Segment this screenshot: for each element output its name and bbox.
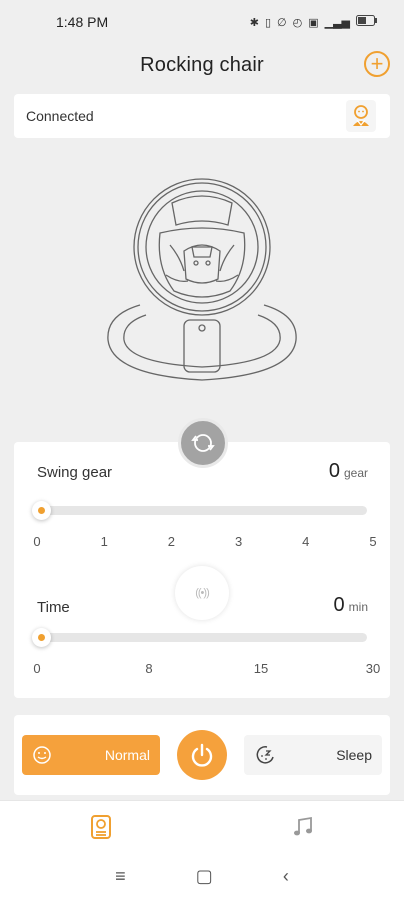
time-number: 0 — [333, 594, 345, 616]
bottom-tab-bar — [0, 800, 404, 852]
baby-profile-icon[interactable] — [346, 100, 376, 132]
system-nav-bar: ≡ ▢ ‹ — [0, 852, 404, 900]
time-tick-label: 0 — [33, 661, 41, 676]
mute-icon: ∅ — [277, 16, 287, 29]
swing-tick-label: 0 — [33, 534, 41, 549]
add-device-button[interactable]: + — [364, 51, 390, 77]
sleep-icon — [256, 746, 274, 764]
mode-card: Normal Sleep — [14, 715, 390, 795]
bluetooth-icon: ✱ — [249, 16, 259, 29]
nfc-icon: ▣ — [308, 16, 319, 29]
music-note-icon — [294, 816, 312, 835]
status-bar: 1:48 PM ✱ ▯ ∅ ◴ ▣ ▁▃▅ — [0, 0, 404, 44]
control-card: Swing gear 0 gear 0 1 2 3 4 5 ((•)) Time 0 mi… — [14, 442, 390, 698]
status-icons: ✱ ▯ ∅ ◴ ▣ ▁▃▅ — [250, 15, 378, 29]
page-title: Rocking chair — [140, 53, 264, 76]
swing-gear-label: Swing gear — [37, 464, 113, 481]
swing-tick-label: 3 — [234, 534, 243, 549]
swing-tick-label: 2 — [167, 534, 176, 549]
time-tick-label: 30 — [365, 661, 381, 676]
sleep-mode-button[interactable]: Sleep — [244, 735, 382, 775]
swing-gear-ticks: 0 1 2 3 4 5 — [33, 534, 377, 550]
normal-mode-label: Normal — [104, 747, 150, 763]
swing-gear-slider[interactable] — [32, 501, 367, 520]
time-value: 0 min — [334, 594, 368, 617]
time-unit: min — [348, 600, 368, 614]
swing-tick-label: 1 — [100, 534, 108, 549]
alarm-icon: ◴ — [292, 16, 303, 29]
normal-mode-button[interactable]: Normal — [22, 735, 160, 775]
battery-icon — [356, 15, 378, 29]
status-time: 1:48 PM — [56, 14, 109, 30]
swing-gear-number: 0 — [328, 460, 340, 482]
swing-tick-label: 5 — [369, 534, 377, 549]
back-icon[interactable]: ‹ — [283, 866, 289, 887]
time-ticks: 0 8 15 30 — [33, 661, 380, 677]
device-tab-icon — [91, 814, 111, 839]
plus-icon: + — [370, 51, 384, 76]
time-label: Time — [37, 599, 70, 616]
connection-card: Connected — [14, 94, 390, 138]
smile-icon — [33, 746, 51, 764]
home-icon[interactable]: ▢ — [196, 866, 213, 887]
swing-tick-label: 4 — [302, 534, 310, 549]
signal-icon: ▁▃▅ — [324, 16, 350, 29]
sleep-mode-label: Sleep — [336, 747, 372, 763]
vibrate-icon: ▯ — [264, 16, 271, 29]
rocking-chair-illustration — [107, 178, 297, 381]
time-tick-label: 15 — [253, 661, 269, 676]
app-header: Rocking chair + — [0, 44, 404, 86]
menu-icon[interactable]: ≡ — [115, 866, 126, 887]
power-icon — [191, 743, 213, 767]
signal-wave-icon: ((•)) — [195, 587, 209, 599]
rotate-view-button[interactable] — [178, 418, 228, 468]
connection-status: Connected — [26, 108, 94, 124]
rotate-icon — [191, 434, 215, 452]
tab-device[interactable] — [0, 801, 202, 852]
swing-gear-slider-thumb[interactable] — [32, 501, 51, 520]
time-tick-label: 8 — [145, 661, 153, 676]
swing-gear-unit: gear — [343, 466, 368, 480]
swing-gear-value: 0 gear — [329, 460, 368, 483]
tab-music[interactable] — [202, 801, 404, 852]
time-slider-thumb[interactable] — [32, 628, 51, 647]
power-button[interactable] — [177, 730, 227, 780]
signal-button[interactable]: ((•)) — [175, 566, 229, 620]
time-slider[interactable] — [32, 628, 367, 647]
